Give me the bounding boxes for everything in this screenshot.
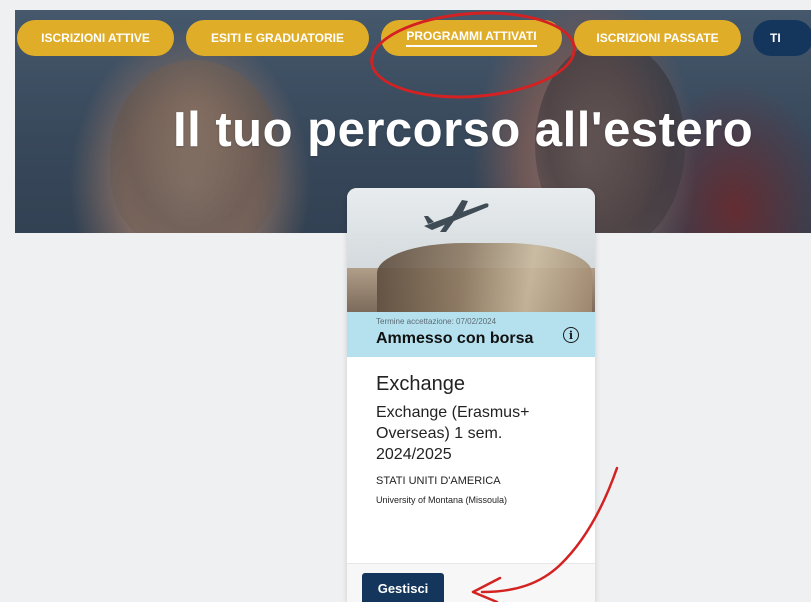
destination-university: University of Montana (Missoula) <box>376 495 508 505</box>
acceptance-deadline: Termine accettazione: 07/02/2024 <box>376 317 497 326</box>
card-footer: Gestisci <box>347 563 595 602</box>
info-icon[interactable]: i <box>563 327 579 343</box>
status-banner: Termine accettazione: 07/02/2024 Ammesso… <box>347 312 595 357</box>
tab-truncated[interactable]: TI <box>753 20 811 56</box>
tab-iscrizioni-attive[interactable]: ISCRIZIONI ATTIVE <box>17 20 174 56</box>
program-name: Exchange (Erasmus+ Overseas) 1 sem. 2024… <box>376 404 530 463</box>
gestisci-button[interactable]: Gestisci <box>362 573 444 602</box>
tab-iscrizioni-passate[interactable]: ISCRIZIONI PASSATE <box>574 20 741 56</box>
tab-esiti-graduatorie[interactable]: ESITI E GRADUATORIE <box>186 20 369 56</box>
card-photo <box>347 188 595 312</box>
airplane-icon <box>424 200 489 232</box>
destination-country: STATI UNITI D'AMERICA <box>376 475 501 487</box>
program-type: Exchange <box>376 373 465 395</box>
page-title: Il tuo percorso all'estero <box>173 103 754 157</box>
card-body: Exchange Exchange (Erasmus+ Overseas) 1 … <box>347 357 595 505</box>
program-card: Termine accettazione: 07/02/2024 Ammesso… <box>347 188 595 602</box>
